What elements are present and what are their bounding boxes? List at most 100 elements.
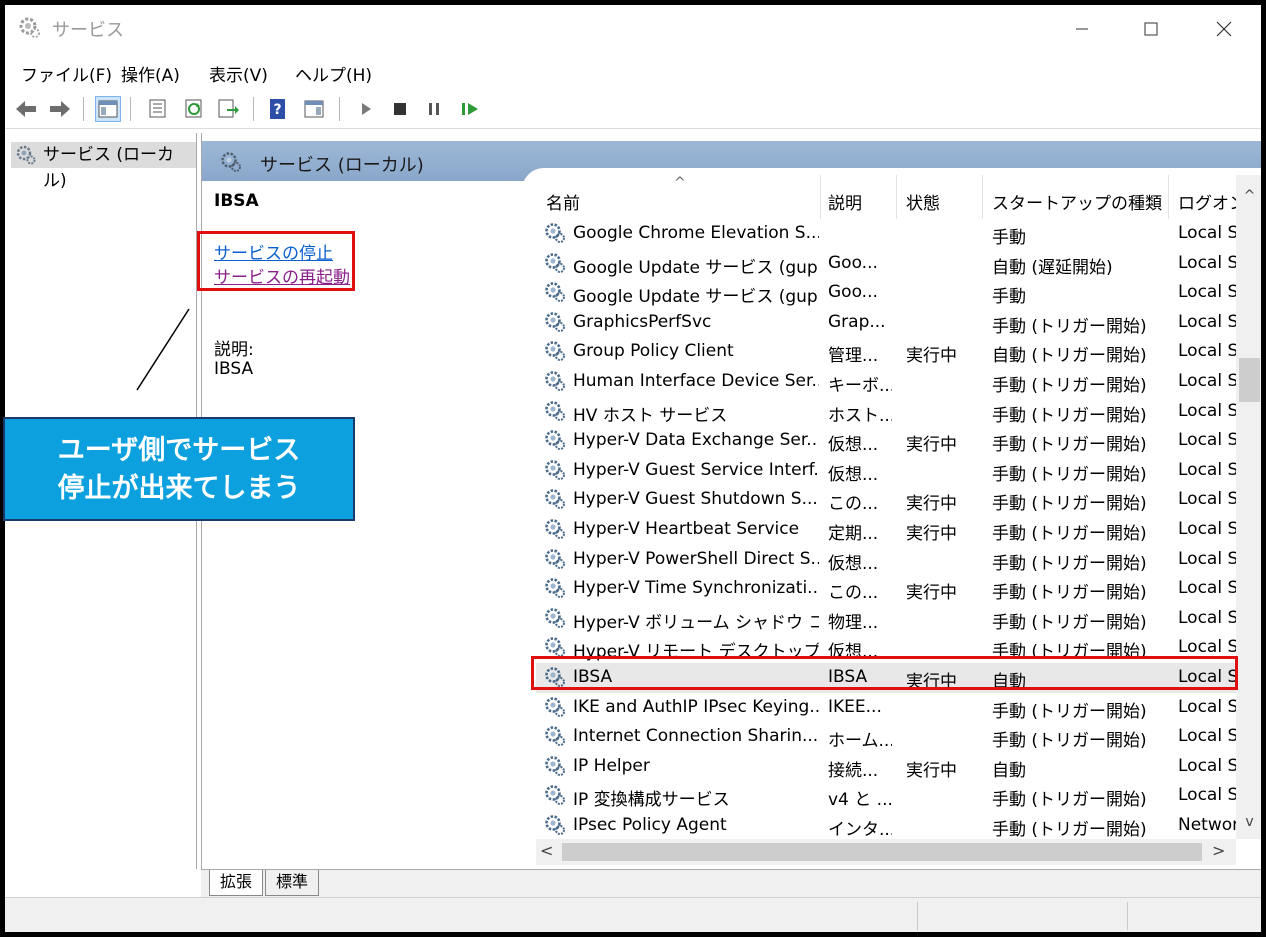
service-gear-icon — [544, 429, 566, 456]
service-startup-cell: 手動 (トリガー開始) — [992, 553, 1147, 574]
description-value: IBSA — [214, 359, 254, 379]
column-name[interactable]: 名前 — [546, 189, 580, 214]
maximize-button[interactable] — [1117, 5, 1185, 53]
table-row[interactable]: GraphicsPerfSvc Grap... 手動 (トリガー開始) Local S — [536, 308, 1236, 338]
service-startup-cell: 手動 (トリガー開始) — [992, 494, 1147, 515]
tab-standard[interactable]: 標準 — [265, 870, 320, 896]
service-logon-cell: Local S — [1178, 282, 1236, 303]
table-row[interactable]: Hyper-V Data Exchange Ser... 仮想... 実行中 手動 (… — [536, 426, 1236, 456]
table-row[interactable]: Hyper-V PowerShell Direct S... 仮想... 手動 (ト… — [536, 545, 1236, 575]
column-divider[interactable] — [1168, 175, 1169, 219]
table-row[interactable]: IPsec Policy Agent インタ... 手動 (トリガー開始) Netwo… — [536, 811, 1236, 839]
toolbar-separator — [253, 97, 254, 121]
table-row[interactable]: Group Policy Client 管理... 実行中 自動 (トリガー開始) Lo… — [536, 337, 1236, 367]
service-gear-icon — [544, 281, 566, 308]
scroll-left-icon[interactable]: < — [540, 841, 553, 860]
table-row[interactable]: Hyper-V Guest Shutdown S... この... 実行中 手動 (ト… — [536, 485, 1236, 515]
service-startup-cell: 手動 (トリガー開始) — [992, 524, 1147, 544]
menu-help[interactable]: ヘルプ(H) — [295, 61, 372, 86]
table-row[interactable]: Human Interface Device Ser... キーボ... 手動 (ト… — [536, 367, 1236, 397]
back-button[interactable] — [13, 96, 39, 122]
column-startup-type[interactable]: スタートアップの種類 — [992, 189, 1162, 214]
vertical-scrollbar[interactable]: ^ v — [1236, 175, 1261, 839]
restart-service-button[interactable] — [457, 96, 483, 122]
table-row[interactable]: Hyper-V Time Synchronizati... この... 実行中 手動 … — [536, 574, 1236, 604]
service-state-cell: 実行中 — [906, 760, 957, 781]
gear-icon — [221, 152, 241, 172]
export-list-button[interactable] — [215, 96, 241, 122]
window-title: サービス — [52, 20, 124, 41]
service-startup-cell: 手動 (トリガー開始) — [992, 435, 1147, 456]
menu-file[interactable]: ファイル(F) — [21, 61, 112, 86]
service-gear-icon — [544, 222, 566, 249]
status-divider — [917, 902, 918, 930]
help-button[interactable]: ? — [265, 96, 291, 122]
table-row[interactable]: Hyper-V Guest Service Interf... 仮想... 手動 (… — [536, 456, 1236, 486]
service-description-cell: IKEE... — [828, 696, 882, 717]
show-action-pane-button[interactable] — [301, 96, 327, 122]
service-state-cell: 実行中 — [906, 524, 957, 544]
table-row[interactable]: Google Chrome Elevation S... 手動 Local S — [536, 219, 1236, 249]
column-divider[interactable] — [896, 175, 897, 219]
toolbar-separator — [130, 97, 131, 121]
table-row[interactable]: Hyper-V ボリューム シャドウ コピ... 物理... 手動 (トリガー開始)… — [536, 604, 1236, 634]
stop-service-button[interactable] — [387, 96, 413, 122]
table-row[interactable]: Internet Connection Sharin... ホーム... 手動 (ト… — [536, 722, 1236, 752]
column-divider[interactable] — [820, 175, 821, 219]
pause-service-button[interactable] — [421, 96, 447, 122]
service-name-cell: Hyper-V Heartbeat Service — [573, 519, 800, 539]
table-row[interactable]: HV ホスト サービス ホスト... 手動 (トリガー開始) Local S — [536, 397, 1236, 427]
column-divider[interactable] — [982, 175, 983, 219]
service-logon-cell: Local S — [1178, 696, 1236, 717]
service-logon-cell: Local S — [1178, 311, 1236, 332]
scroll-right-icon[interactable]: > — [1212, 841, 1225, 860]
sort-ascending-icon: ^ — [674, 175, 686, 191]
scroll-down-icon[interactable]: v — [1236, 807, 1261, 837]
table-row[interactable]: Google Update サービス (gup... Goo... 手動 Local … — [536, 278, 1236, 308]
service-state-cell: 実行中 — [906, 583, 957, 604]
properties-button[interactable] — [145, 96, 171, 122]
status-divider — [1127, 902, 1128, 930]
horizontal-scrollbar[interactable]: < > — [536, 839, 1236, 865]
minimize-button[interactable] — [1048, 5, 1116, 53]
service-description-cell: Grap... — [828, 311, 886, 332]
callout-note: ユーザ側でサービス 停止が出来てしまう — [3, 417, 355, 521]
service-gear-icon — [544, 784, 566, 811]
service-gear-icon — [544, 696, 566, 723]
scroll-thumb[interactable] — [1239, 358, 1260, 402]
service-name-cell: Hyper-V Data Exchange Ser... — [573, 430, 819, 451]
column-description[interactable]: 説明 — [828, 189, 862, 214]
service-name-cell: Hyper-V ボリューム シャドウ コピ... — [573, 612, 819, 633]
scroll-up-icon[interactable]: ^ — [1236, 181, 1261, 211]
start-service-button[interactable] — [353, 96, 379, 122]
refresh-button[interactable] — [181, 96, 207, 122]
service-startup-cell: 自動 — [992, 760, 1026, 781]
forward-button[interactable] — [47, 96, 73, 122]
table-row[interactable]: IP Helper 接続... 実行中 自動 Local S — [536, 752, 1236, 782]
tree-item-label: サービス (ローカル) — [43, 145, 175, 191]
table-row[interactable]: IKE and AuthIP IPsec Keying... IKEE... 手動 … — [536, 693, 1236, 723]
show-console-tree-button[interactable] — [95, 96, 121, 122]
service-description-cell: 物理... — [828, 612, 879, 633]
close-icon — [1216, 21, 1232, 37]
service-state-cell: 実行中 — [906, 494, 957, 515]
close-button[interactable] — [1190, 5, 1258, 53]
pause-icon — [429, 103, 439, 115]
arrow-left-icon — [16, 101, 36, 117]
resume-icon — [462, 103, 478, 115]
properties-icon — [149, 99, 166, 118]
column-state[interactable]: 状態 — [906, 189, 940, 214]
table-row[interactable]: Hyper-V Heartbeat Service 定期... 実行中 手動 (トリガ… — [536, 515, 1236, 545]
column-logon[interactable]: ログオン — [1178, 189, 1236, 214]
tree-item-services-local[interactable]: サービス (ローカル) — [11, 142, 196, 191]
service-description-cell: インタ... — [828, 820, 892, 839]
service-gear-icon — [544, 459, 566, 486]
tab-extended[interactable]: 拡張 — [209, 870, 264, 896]
menu-view[interactable]: 表示(V) — [209, 61, 268, 86]
scroll-thumb[interactable] — [562, 843, 1202, 861]
menu-action[interactable]: 操作(A) — [121, 61, 180, 86]
service-startup-cell: 手動 (トリガー開始) — [992, 820, 1147, 839]
service-startup-cell: 手動 (トリガー開始) — [992, 612, 1147, 633]
table-row[interactable]: Google Update サービス (gup... Goo... 自動 (遅延開始… — [536, 249, 1236, 279]
table-row[interactable]: IP 変換構成サービス v4 と ... 手動 (トリガー開始) Local S — [536, 781, 1236, 811]
